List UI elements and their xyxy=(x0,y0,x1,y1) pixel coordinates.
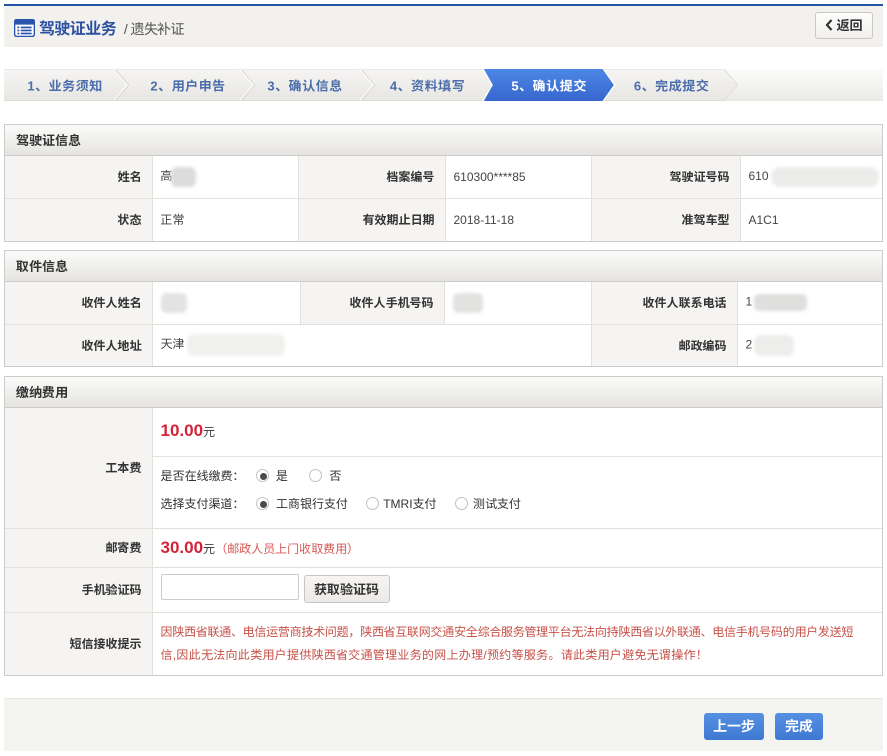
svg-text:1、业务须知: 1、业务须知 xyxy=(27,79,102,94)
svg-text:5、确认提交: 5、确认提交 xyxy=(511,79,586,94)
svg-text:6、完成提交: 6、完成提交 xyxy=(634,79,709,94)
svg-text:4、资料填写: 4、资料填写 xyxy=(390,79,465,94)
svg-text:3、确认信息: 3、确认信息 xyxy=(267,79,342,94)
svg-text:2、用户申告: 2、用户申告 xyxy=(150,79,225,94)
